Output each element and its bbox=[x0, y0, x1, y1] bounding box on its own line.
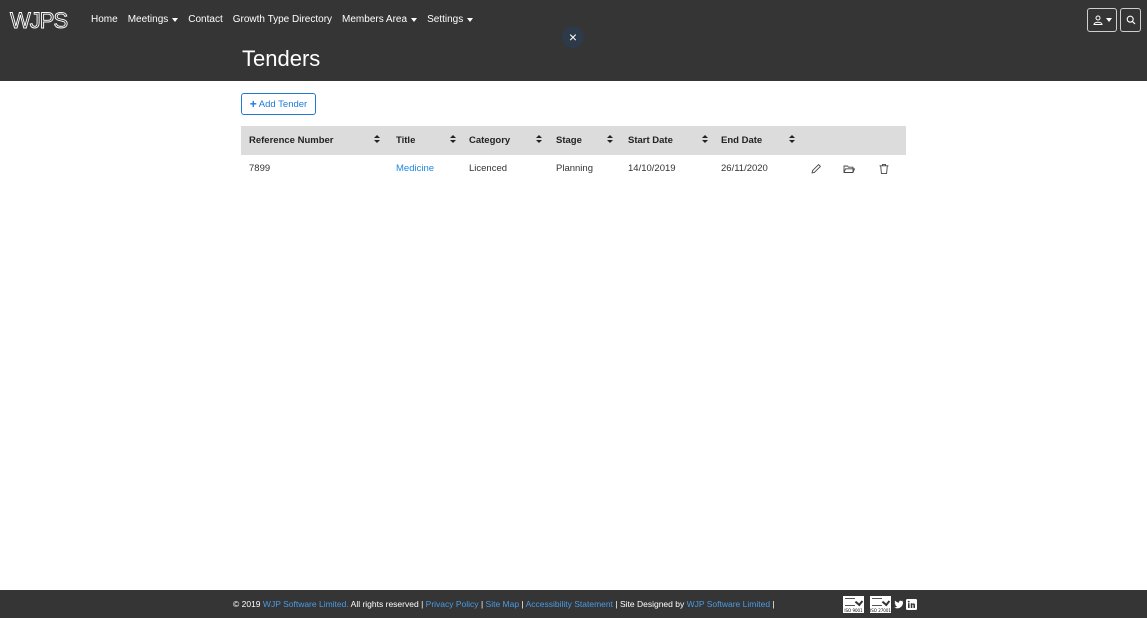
site-map-link[interactable]: Site Map bbox=[486, 599, 520, 609]
nav-members-label: Members Area bbox=[342, 14, 408, 25]
footer: © 2019 WJP Software Limited. All rights … bbox=[0, 590, 1147, 618]
separator: | bbox=[521, 599, 524, 609]
logo[interactable]: WJPS bbox=[9, 8, 77, 32]
table-row: 7899 Medicine Licenced Planning 14/10/20… bbox=[241, 155, 906, 183]
rights-text: All rights reserved bbox=[350, 599, 419, 609]
separator: | bbox=[421, 599, 424, 609]
caret-down-icon bbox=[467, 17, 474, 22]
folder-icon[interactable] bbox=[843, 163, 855, 175]
column-header-end-date[interactable]: End Date bbox=[721, 126, 762, 155]
separator: | bbox=[772, 599, 775, 609]
cell-start-date: 14/10/2019 bbox=[628, 163, 676, 174]
iso-27001-label: ISO 27001 bbox=[870, 608, 891, 613]
iso-9001-label: ISO 9001 bbox=[844, 608, 863, 613]
privacy-policy-link[interactable]: Privacy Policy bbox=[426, 599, 479, 609]
table-header: Reference Number Title Category Stage St… bbox=[241, 126, 906, 155]
column-header-stage[interactable]: Stage bbox=[556, 126, 582, 155]
column-header-start-date[interactable]: Start Date bbox=[628, 126, 673, 155]
page-title: Tenders bbox=[242, 46, 321, 71]
cell-stage: Planning bbox=[556, 163, 593, 174]
sort-icon[interactable] bbox=[450, 135, 456, 145]
designer-link[interactable]: WJP Software Limited bbox=[687, 599, 770, 609]
copyright: © 2019 bbox=[233, 599, 261, 609]
add-tender-button[interactable]: + Add Tender bbox=[241, 93, 316, 115]
close-button[interactable]: × bbox=[562, 26, 584, 48]
footer-text: © 2019 WJP Software Limited. All rights … bbox=[233, 599, 775, 609]
trash-icon[interactable] bbox=[878, 163, 890, 175]
nav-home-label: Home bbox=[91, 14, 118, 25]
nav-settings-label: Settings bbox=[427, 14, 464, 25]
search-button[interactable] bbox=[1120, 8, 1141, 32]
sort-icon[interactable] bbox=[536, 135, 542, 145]
nav-growth-label: Growth Type Directory bbox=[232, 14, 333, 25]
sort-icon[interactable] bbox=[374, 135, 380, 145]
separator: | bbox=[615, 599, 618, 609]
add-tender-label: Add Tender bbox=[258, 98, 308, 110]
check-icon bbox=[854, 597, 864, 607]
nav-meetings[interactable]: Meetings bbox=[128, 14, 179, 25]
accessibility-statement-link[interactable]: Accessibility Statement bbox=[526, 599, 613, 609]
sort-icon[interactable] bbox=[702, 135, 708, 145]
plus-icon: + bbox=[249, 97, 257, 111]
caret-down-icon bbox=[411, 17, 418, 22]
column-header-title[interactable]: Title bbox=[396, 126, 415, 155]
search-icon bbox=[1126, 15, 1135, 25]
nav-settings[interactable]: Settings bbox=[427, 14, 474, 25]
user-icon bbox=[1092, 15, 1103, 25]
caret-down-icon bbox=[1105, 18, 1112, 22]
nav-meetings-label: Meetings bbox=[127, 14, 169, 25]
edit-icon[interactable] bbox=[810, 163, 822, 175]
tenders-table: Reference Number Title Category Stage St… bbox=[241, 126, 906, 183]
iso-9001-badge: ISO 9001 bbox=[843, 596, 864, 613]
column-header-category[interactable]: Category bbox=[469, 126, 510, 155]
linkedin-icon[interactable] bbox=[906, 599, 917, 610]
user-menu-button[interactable] bbox=[1087, 8, 1117, 32]
cell-end-date: 26/11/2020 bbox=[721, 163, 768, 174]
sort-icon[interactable] bbox=[789, 135, 795, 145]
nav-home[interactable]: Home bbox=[91, 14, 118, 25]
top-navbar: WJPS Home Meetings Contact Growth Type D… bbox=[0, 0, 1147, 81]
main-nav: Home Meetings Contact Growth Type Direct… bbox=[91, 14, 483, 25]
separator: | bbox=[480, 599, 484, 609]
designed-by-text: Site Designed by bbox=[619, 599, 685, 609]
column-header-reference-number[interactable]: Reference Number bbox=[249, 126, 333, 155]
cell-title-link[interactable]: Medicine bbox=[396, 155, 434, 183]
nav-growth-type-directory[interactable]: Growth Type Directory bbox=[233, 14, 332, 25]
twitter-icon[interactable] bbox=[893, 599, 904, 610]
nav-members-area[interactable]: Members Area bbox=[342, 14, 418, 25]
nav-contact-label: Contact bbox=[188, 14, 223, 25]
svg-text:WJPS: WJPS bbox=[10, 8, 67, 32]
caret-down-icon bbox=[172, 17, 179, 22]
iso-27001-badge: ISO 27001 bbox=[870, 596, 891, 613]
nav-contact[interactable]: Contact bbox=[188, 14, 222, 25]
sort-icon[interactable] bbox=[607, 135, 613, 145]
cell-reference-number: 7899 bbox=[249, 163, 271, 174]
company-link[interactable]: WJP Software Limited. bbox=[263, 599, 349, 609]
cell-category: Licenced bbox=[469, 163, 508, 174]
check-icon bbox=[881, 597, 891, 607]
